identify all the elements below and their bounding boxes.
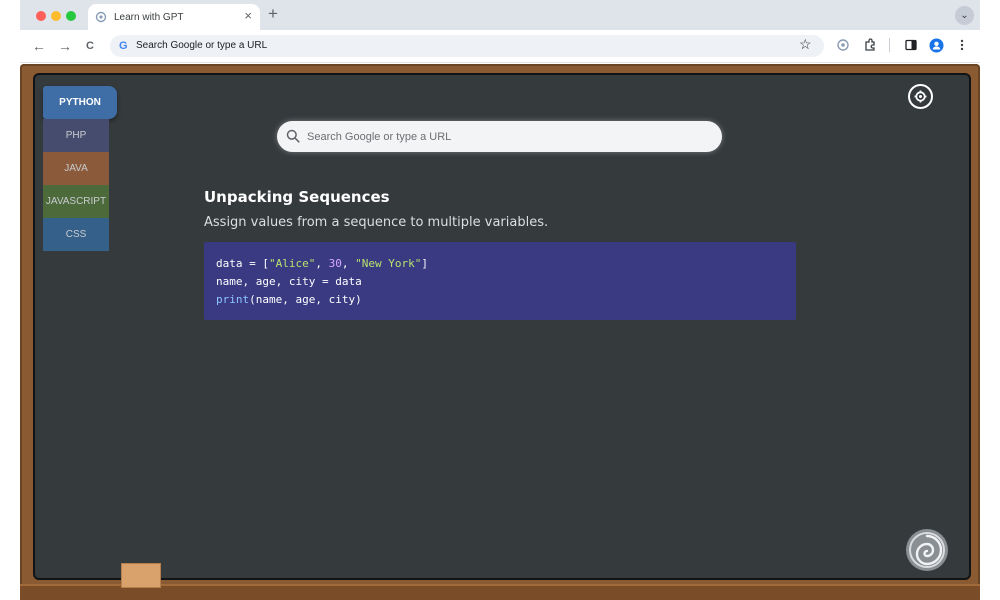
lang-tab-css[interactable]: CSS xyxy=(43,218,109,251)
reload-button[interactable]: C xyxy=(86,40,94,52)
lang-tab-label: PYTHON xyxy=(59,97,101,108)
code-line-3: print(name, age, city) xyxy=(216,291,784,309)
code-number: 30 xyxy=(328,257,342,270)
code-token: (name, age, city) xyxy=(249,293,362,306)
extension-favicon-icon[interactable] xyxy=(836,38,850,52)
code-string: "New York" xyxy=(355,257,422,270)
lang-tab-label: JAVASCRIPT xyxy=(45,196,107,207)
code-token: ] xyxy=(421,257,428,270)
side-panel-icon[interactable] xyxy=(904,38,918,52)
lesson-title: Unpacking Sequences xyxy=(204,188,390,206)
search-icon xyxy=(286,129,300,143)
bookmark-star-icon[interactable]: ☆ xyxy=(799,36,812,53)
code-string: "Alice" xyxy=(268,257,316,270)
chalk-ledge xyxy=(20,584,980,600)
lang-tab-python[interactable]: PYTHON xyxy=(43,86,117,119)
google-g-icon: G xyxy=(119,40,128,52)
browser-menu-icon[interactable] xyxy=(958,38,966,52)
tab-close-icon[interactable]: × xyxy=(244,8,252,23)
lang-tab-php[interactable]: PHP xyxy=(43,119,109,152)
forward-button[interactable]: → xyxy=(58,38,72,54)
swirl-logo-icon xyxy=(906,529,948,571)
new-tab-button[interactable]: + xyxy=(268,4,278,24)
window-zoom-dot[interactable] xyxy=(66,11,76,21)
address-placeholder: Search Google or type a URL xyxy=(136,40,268,51)
lang-tab-label: PHP xyxy=(65,130,87,141)
lang-tab-java[interactable]: JAVA xyxy=(43,152,109,185)
address-bar[interactable]: G Search Google or type a URL xyxy=(110,35,824,57)
gear-icon xyxy=(914,90,927,103)
browser-tab[interactable]: Learn with GPT × xyxy=(88,4,260,30)
code-line-2: name, age, city = data xyxy=(216,275,362,288)
back-button[interactable]: ← xyxy=(32,38,46,54)
lang-tab-label: JAVA xyxy=(64,163,88,174)
tab-title: Learn with GPT xyxy=(114,11,184,23)
code-token: , xyxy=(315,257,329,270)
window-close-dot[interactable] xyxy=(36,11,46,21)
search-input[interactable] xyxy=(277,121,722,152)
settings-button[interactable] xyxy=(908,84,933,109)
lang-tab-label: CSS xyxy=(65,229,87,240)
code-token: , xyxy=(341,257,356,270)
code-token: data = [ xyxy=(216,257,269,270)
eraser[interactable] xyxy=(121,563,161,588)
toolbar-divider xyxy=(889,38,890,52)
code-line-1: data = ["Alice", 30, "New York"] xyxy=(216,255,784,273)
tab-search-button[interactable]: ⌄ xyxy=(955,6,974,25)
lesson-subtitle: Assign values from a sequence to multipl… xyxy=(204,215,549,230)
tab-favicon-icon xyxy=(95,11,107,23)
extensions-puzzle-icon[interactable] xyxy=(863,38,877,52)
lang-tab-javascript[interactable]: JAVASCRIPT xyxy=(43,185,109,218)
profile-avatar-icon[interactable] xyxy=(929,38,944,53)
window-minimize-dot[interactable] xyxy=(51,11,61,21)
code-block: data = ["Alice", 30, "New York"] name, ag… xyxy=(204,242,796,320)
code-function: print xyxy=(216,293,250,306)
